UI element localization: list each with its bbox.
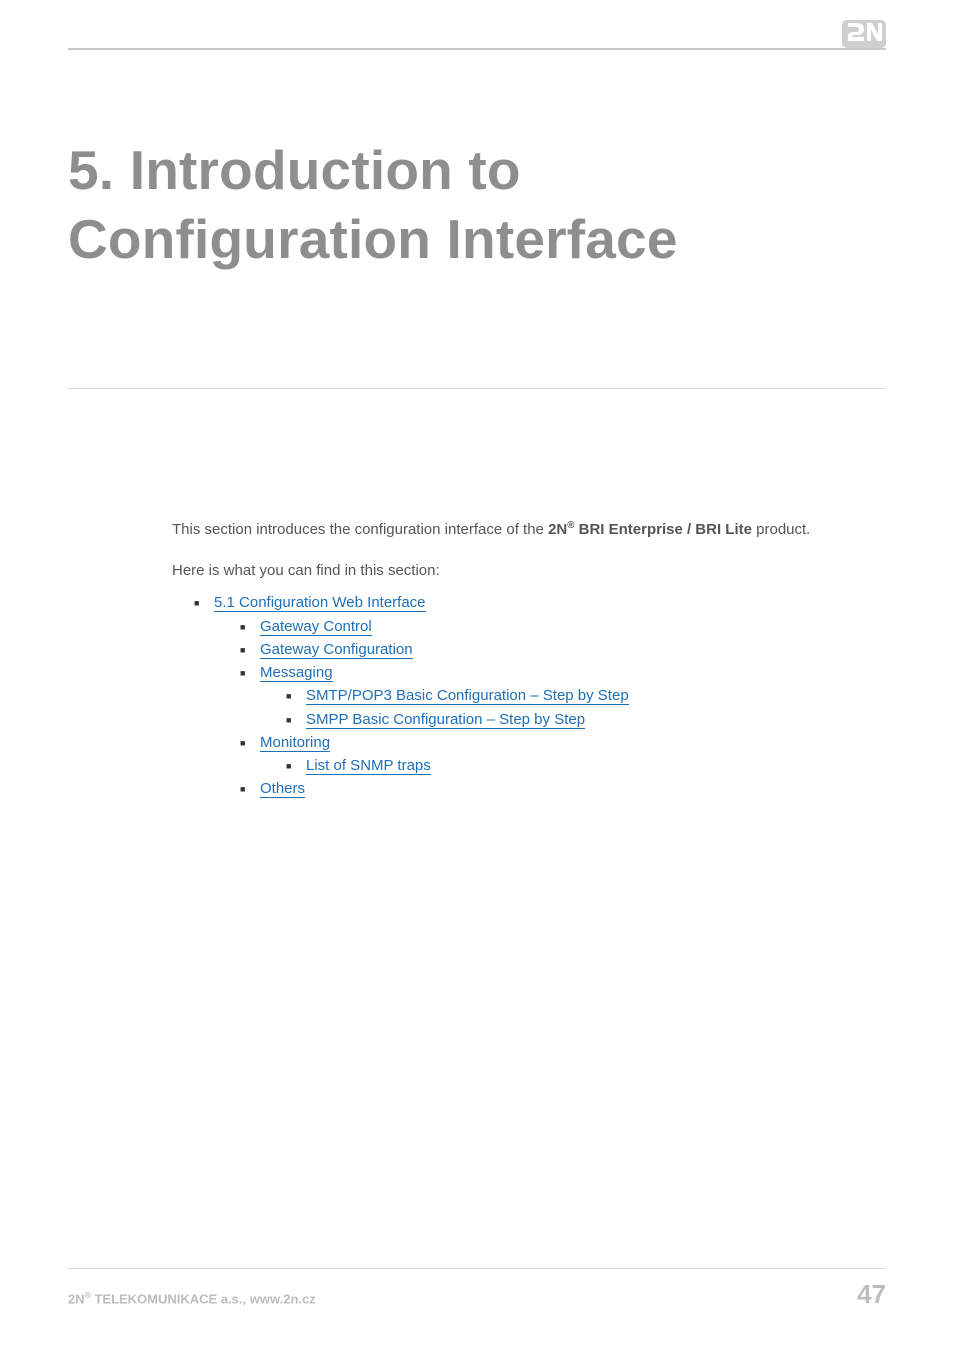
header-divider	[68, 48, 886, 50]
toc-item-smpp: SMPP Basic Configuration – Step by Step	[306, 708, 886, 731]
find-text: Here is what you can find in this sectio…	[172, 562, 886, 579]
link-smpp[interactable]: SMPP Basic Configuration – Step by Step	[306, 711, 585, 729]
page-footer: 2N® TELEKOMUNIKACE a.s., www.2n.cz 47	[68, 1268, 886, 1310]
toc-item-snmp-traps: List of SNMP traps	[306, 754, 886, 777]
toc-item-gateway-control: Gateway Control	[260, 615, 886, 638]
section-divider	[68, 388, 886, 389]
toc-item-gateway-configuration: Gateway Configuration	[260, 638, 886, 661]
toc-item-monitoring: Monitoring List of SNMP traps	[260, 731, 886, 778]
link-gateway-control[interactable]: Gateway Control	[260, 618, 372, 636]
footer-company-suffix: TELEKOMUNIKACE a.s., www.2n.cz	[91, 1291, 316, 1306]
link-others[interactable]: Others	[260, 780, 305, 798]
footer-company: 2N® TELEKOMUNIKACE a.s., www.2n.cz	[68, 1290, 316, 1306]
link-smtp-pop3[interactable]: SMTP/POP3 Basic Configuration – Step by …	[306, 687, 629, 705]
intro-product-prefix: 2N	[548, 521, 567, 538]
brand-logo	[842, 20, 886, 48]
footer-company-prefix: 2N	[68, 1291, 85, 1306]
toc-item-others: Others	[260, 777, 886, 800]
toc-item-messaging: Messaging SMTP/POP3 Basic Configuration …	[260, 661, 886, 731]
intro-paragraph: This section introduces the configuratio…	[172, 519, 886, 541]
intro-product-suffix: BRI Enterprise / BRI Lite	[574, 521, 752, 538]
toc-list: 5.1 Configuration Web Interface Gateway …	[214, 591, 886, 800]
toc-item-5-1: 5.1 Configuration Web Interface Gateway …	[214, 591, 886, 800]
footer-divider	[68, 1268, 886, 1269]
link-monitoring[interactable]: Monitoring	[260, 734, 330, 752]
intro-suffix: product.	[752, 521, 810, 538]
page-title: 5. Introduction to Configuration Interfa…	[68, 136, 886, 274]
link-messaging[interactable]: Messaging	[260, 664, 333, 682]
intro-prefix: This section introduces the configuratio…	[172, 521, 548, 538]
toc-item-smtp-pop3: SMTP/POP3 Basic Configuration – Step by …	[306, 684, 886, 707]
page-number: 47	[857, 1279, 886, 1310]
link-configuration-web-interface[interactable]: 5.1 Configuration Web Interface	[214, 594, 426, 612]
link-gateway-configuration[interactable]: Gateway Configuration	[260, 641, 413, 659]
link-snmp-traps[interactable]: List of SNMP traps	[306, 757, 431, 775]
